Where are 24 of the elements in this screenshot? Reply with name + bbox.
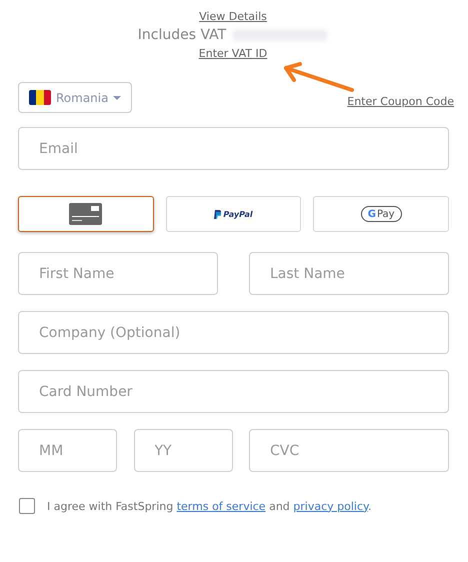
credit-card-icon (69, 203, 102, 225)
vat-id-link[interactable]: Enter VAT ID (198, 47, 268, 60)
country-dropdown[interactable]: Romania (18, 82, 132, 113)
agreement-text: I agree with FastSpring terms of service and privacy policy. (47, 500, 372, 512)
input-field[interactable]: MM (18, 429, 117, 472)
card-payment-button[interactable] (18, 196, 154, 232)
input-field[interactable]: Card Number (18, 370, 449, 413)
input-field[interactable]: Company (Optional) (18, 311, 449, 354)
vat-text: Includes VAT (138, 27, 226, 43)
coupon-code-link[interactable]: Enter Coupon Code (347, 95, 454, 108)
agree-checkbox[interactable] (19, 498, 35, 514)
paypal-button[interactable]: PayPal (166, 196, 302, 232)
flag-icon (29, 90, 51, 105)
input-field[interactable]: CVC (249, 429, 449, 472)
google-pay-button[interactable]: G Pay (313, 196, 449, 232)
paypal-logo-icon (214, 210, 222, 218)
caret-icon (113, 96, 122, 100)
input-field[interactable]: Email (18, 127, 449, 170)
view-details-link[interactable]: View Details (199, 10, 267, 23)
input-field[interactable]: YY (134, 429, 232, 472)
input-field[interactable]: Last Name (249, 252, 449, 295)
input-field[interactable]: First Name (18, 252, 218, 295)
privacy-link[interactable]: privacy policy (293, 500, 368, 512)
terms-link[interactable]: terms of service (176, 500, 266, 512)
